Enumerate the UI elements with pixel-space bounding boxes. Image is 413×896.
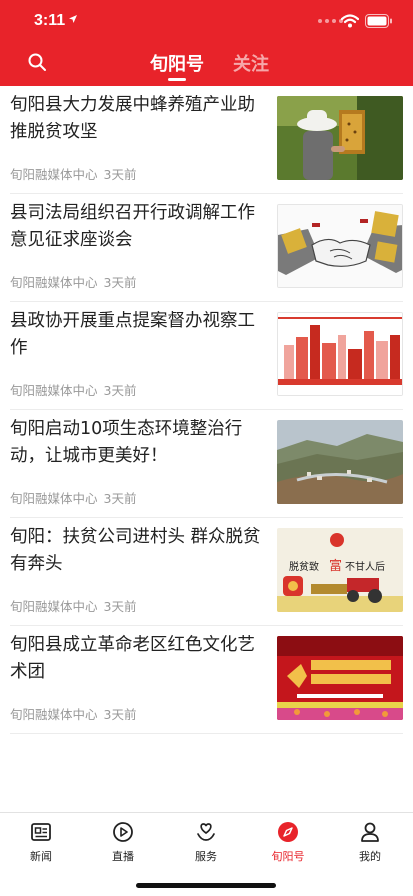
location-arrow-icon xyxy=(69,15,77,23)
compass-icon xyxy=(278,822,298,842)
news-title[interactable]: 县司法局组织召开行政调解工作意见征求座谈会 xyxy=(10,200,268,254)
landscape-image xyxy=(277,420,403,504)
play-circle-icon xyxy=(113,822,133,842)
news-thumbnail[interactable] xyxy=(277,420,403,504)
red-stage-image xyxy=(277,636,403,720)
news-source: 旬阳融媒体中心 xyxy=(10,383,98,398)
news-meta: 旬阳融媒体中心 3天前 xyxy=(10,704,136,723)
news-thumbnail[interactable] xyxy=(277,636,403,720)
handshake-image xyxy=(278,205,402,287)
search-icon[interactable] xyxy=(27,52,47,72)
signal-dots-icon xyxy=(318,19,343,23)
news-meta: 旬阳融媒体中心 3天前 xyxy=(10,380,136,399)
news-meta: 旬阳融媒体中心 3天前 xyxy=(10,272,136,291)
news-time: 3天前 xyxy=(103,275,137,290)
news-item[interactable]: 县司法局组织召开行政调解工作意见征求座谈会 旬阳融媒体中心 3天前 xyxy=(10,194,403,302)
news-thumbnail[interactable] xyxy=(277,204,403,288)
poverty-poster-image: 脱贫致 富 不甘人后 xyxy=(277,528,403,612)
news-title[interactable]: 县政协开展重点提案督办视察工作 xyxy=(10,308,268,362)
news-source: 旬阳融媒体中心 xyxy=(10,167,98,182)
tabbar-item-xunyanghao[interactable]: 旬阳号 xyxy=(258,821,318,864)
person-icon xyxy=(361,822,379,842)
status-bar: 3:11 xyxy=(0,0,413,44)
active-tab-indicator xyxy=(168,78,186,81)
news-time: 3天前 xyxy=(103,599,137,614)
news-time: 3天前 xyxy=(103,707,137,722)
poster-text: 富 xyxy=(329,558,342,574)
tabbar-item-live[interactable]: 直播 xyxy=(93,821,153,864)
news-thumbnail[interactable] xyxy=(277,96,403,180)
news-item[interactable]: 县政协开展重点提案督办视察工作 旬阳融媒体中心 3天前 xyxy=(10,302,403,410)
tabbar-label: 服务 xyxy=(195,850,217,863)
news-meta: 旬阳融媒体中心 3天前 xyxy=(10,596,136,615)
tab-follow[interactable]: 关注 xyxy=(233,50,269,76)
news-title[interactable]: 旬阳县成立革命老区红色文化艺术团 xyxy=(10,632,268,686)
news-title[interactable]: 旬阳县大力发展中蜂养殖产业助推脱贫攻坚 xyxy=(10,92,268,146)
news-meta: 旬阳融媒体中心 3天前 xyxy=(10,164,136,183)
heart-hand-icon xyxy=(197,823,215,841)
tabbar-label: 我的 xyxy=(359,850,381,863)
news-source: 旬阳融媒体中心 xyxy=(10,599,98,614)
news-thumbnail[interactable] xyxy=(277,312,403,396)
news-time: 3天前 xyxy=(103,491,137,506)
tabbar-item-news[interactable]: 新闻 xyxy=(11,821,71,864)
status-time: 3:11 xyxy=(34,12,66,29)
tabbar-item-profile[interactable]: 我的 xyxy=(340,821,400,864)
news-thumbnail[interactable]: 脱贫致 富 不甘人后 xyxy=(277,528,403,612)
battery-icon xyxy=(365,14,392,28)
news-item[interactable]: 旬阳启动10项生态环境整治行动，让城市更美好！ 旬阳融媒体中心 3天前 xyxy=(10,410,403,518)
news-title[interactable]: 旬阳：扶贫公司进村头 群众脱贫有奔头 xyxy=(10,524,268,578)
news-item[interactable]: 旬阳：扶贫公司进村头 群众脱贫有奔头 旬阳融媒体中心 3天前 脱贫致 富 不甘人后 xyxy=(10,518,403,626)
newspaper-icon xyxy=(31,823,51,841)
news-time: 3天前 xyxy=(103,167,137,182)
news-source: 旬阳融媒体中心 xyxy=(10,707,98,722)
tabbar-label: 直播 xyxy=(112,850,134,863)
app-header: 3:11 旬阳号 关注 xyxy=(0,0,413,86)
tabbar-label: 新闻 xyxy=(30,850,52,863)
news-item[interactable]: 旬阳县大力发展中蜂养殖产业助推脱贫攻坚 旬阳融媒体中心 3天前 xyxy=(10,86,403,194)
news-time: 3天前 xyxy=(103,383,137,398)
poster-text: 不甘人后 xyxy=(345,560,385,573)
news-source: 旬阳融媒体中心 xyxy=(10,275,98,290)
wifi-icon xyxy=(341,14,359,28)
tabbar-label: 旬阳号 xyxy=(271,850,305,863)
tabbar-item-services[interactable]: 服务 xyxy=(176,821,236,864)
news-item[interactable]: 旬阳县成立革命老区红色文化艺术团 旬阳融媒体中心 3天前 xyxy=(10,626,403,734)
city-skyline-image xyxy=(278,313,402,395)
news-title[interactable]: 旬阳启动10项生态环境整治行动，让城市更美好！ xyxy=(10,416,268,470)
news-source: 旬阳融媒体中心 xyxy=(10,491,98,506)
beekeeper-image xyxy=(277,96,403,180)
home-indicator xyxy=(136,883,276,888)
poster-text: 脱贫致 xyxy=(289,560,319,573)
tab-xunyanghao[interactable]: 旬阳号 xyxy=(150,50,204,76)
news-meta: 旬阳融媒体中心 3天前 xyxy=(10,488,136,507)
